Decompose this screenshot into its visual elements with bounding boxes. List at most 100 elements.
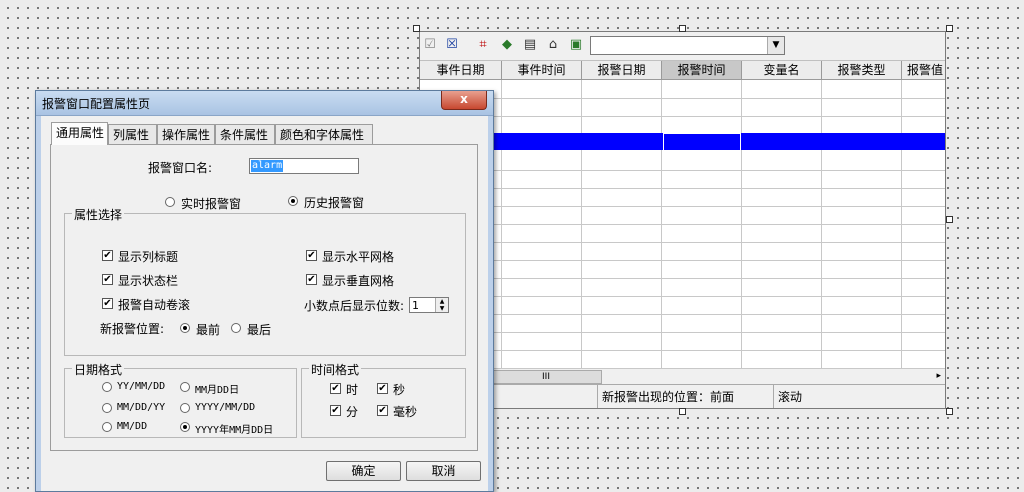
table-row[interactable]: [420, 332, 945, 351]
horizontal-scrollbar[interactable]: III ▸: [420, 368, 945, 384]
realtime-window-label: 实时报警窗: [181, 197, 242, 211]
table-row[interactable]: [420, 242, 945, 261]
table-row[interactable]: [420, 80, 945, 99]
position-first-label: 最前: [196, 323, 221, 337]
date-format-option: MM/DD/YY: [117, 402, 166, 413]
tab-columns[interactable]: 列属性: [108, 124, 157, 144]
time-minute-checkbox[interactable]: ✔: [330, 405, 341, 416]
history-window-radio[interactable]: [288, 196, 298, 206]
date-format-option: YY/MM/DD: [117, 381, 166, 392]
date-format-radio[interactable]: [102, 422, 112, 432]
show-column-title-checkbox[interactable]: ✔: [102, 250, 113, 261]
window-name-input[interactable]: alarm: [249, 158, 359, 174]
table-row[interactable]: [420, 350, 945, 369]
export-icon[interactable]: ▣: [568, 37, 584, 53]
table-row[interactable]: [420, 278, 945, 297]
grid-column-line: [501, 80, 502, 368]
scroll-right-icon[interactable]: ▸: [936, 369, 941, 384]
date-format-option: MM/DD: [117, 421, 148, 432]
time-format-group: 时间格式: [301, 361, 466, 438]
table-row[interactable]: [420, 206, 945, 225]
show-v-grid-label: 显示垂直网格: [322, 274, 395, 288]
column-header[interactable]: 报警日期: [582, 61, 662, 80]
time-minute-label: 分: [346, 405, 359, 419]
table-row[interactable]: [420, 314, 945, 333]
resize-handle[interactable]: [946, 216, 953, 223]
date-format-radio[interactable]: [102, 403, 112, 413]
table-row[interactable]: [420, 188, 945, 207]
selected-cell[interactable]: [663, 133, 741, 151]
realtime-window-radio[interactable]: [165, 197, 175, 207]
time-hour-label: 时: [346, 383, 359, 397]
auto-scroll-label: 报警自动卷滚: [118, 298, 191, 312]
date-format-option: YYYY/MM/DD: [195, 402, 256, 413]
window-name-value: alarm: [251, 160, 284, 172]
chevron-down-icon[interactable]: ▼: [767, 37, 784, 54]
scrollbar-thumb[interactable]: III: [490, 370, 602, 384]
table-row[interactable]: [420, 224, 945, 243]
auto-scroll-checkbox[interactable]: ✔: [102, 298, 113, 309]
table-row[interactable]: [420, 152, 945, 171]
date-format-option: YYYY年MM月DD日: [195, 425, 274, 436]
tab-operations[interactable]: 操作属性: [157, 124, 215, 144]
show-h-grid-label: 显示水平网格: [322, 250, 395, 264]
grid-column-line: [581, 80, 582, 368]
column-header[interactable]: 变量名: [742, 61, 822, 80]
date-format-radio[interactable]: [180, 422, 190, 432]
table-row[interactable]: [420, 170, 945, 189]
status-scroll-mode: 滚动: [778, 390, 803, 404]
column-header[interactable]: 报警类型: [822, 61, 902, 80]
grid-column-line: [901, 80, 902, 368]
acknowledge-all-icon[interactable]: ☒: [444, 37, 460, 53]
show-h-grid-checkbox[interactable]: ✔: [306, 250, 317, 261]
dialog-frame: [36, 116, 41, 491]
print-icon[interactable]: ▤: [522, 37, 538, 53]
field-combobox[interactable]: ▼: [590, 36, 785, 55]
filter-icon[interactable]: ⌗: [475, 37, 491, 53]
table-row[interactable]: [420, 296, 945, 315]
alarm-grid-header: 事件日期 事件时间 报警日期 报警时间 变量名 报警类型 报警值: [420, 61, 945, 80]
time-format-group-title: 时间格式: [309, 361, 362, 378]
table-row[interactable]: [420, 98, 945, 117]
attributes-group-title: 属性选择: [72, 206, 125, 223]
window-name-label: 报警窗口名:: [148, 161, 213, 175]
resize-handle[interactable]: [946, 408, 953, 415]
date-format-radio[interactable]: [102, 382, 112, 392]
table-row[interactable]: [420, 260, 945, 279]
sort-icon[interactable]: ◆: [499, 37, 515, 53]
decimal-digits-stepper[interactable]: 1 ▲ ▼: [409, 297, 449, 313]
resize-handle[interactable]: [946, 25, 953, 32]
cancel-button[interactable]: 取消: [406, 461, 481, 481]
resize-handle[interactable]: [679, 408, 686, 415]
tab-conditions[interactable]: 条件属性: [215, 124, 275, 144]
grid-column-line: [821, 80, 822, 368]
tab-general[interactable]: 通用属性: [51, 122, 108, 145]
alarm-grid-body[interactable]: [420, 80, 945, 369]
column-header[interactable]: 报警值: [902, 61, 945, 80]
column-header[interactable]: 事件日期: [420, 61, 502, 80]
time-hour-checkbox[interactable]: ✔: [330, 383, 341, 394]
decimal-digits-value: 1: [412, 299, 419, 312]
time-second-checkbox[interactable]: ✔: [377, 383, 388, 394]
show-status-bar-checkbox[interactable]: ✔: [102, 274, 113, 285]
column-header[interactable]: 事件时间: [502, 61, 582, 80]
date-format-radio[interactable]: [180, 382, 190, 392]
tab-color-font[interactable]: 颜色和字体属性: [275, 124, 373, 144]
time-millisecond-checkbox[interactable]: ✔: [377, 405, 388, 416]
acknowledge-icon[interactable]: ☑: [422, 37, 438, 53]
position-last-label: 最后: [247, 323, 272, 337]
column-header[interactable]: 报警时间: [662, 61, 742, 80]
date-format-radio[interactable]: [180, 403, 190, 413]
resize-handle[interactable]: [679, 25, 686, 32]
position-first-radio[interactable]: [180, 323, 190, 333]
spin-arrows-icon[interactable]: ▲ ▼: [435, 298, 448, 312]
position-last-radio[interactable]: [231, 323, 241, 333]
resize-handle[interactable]: [413, 25, 420, 32]
show-v-grid-checkbox[interactable]: ✔: [306, 274, 317, 285]
ok-button[interactable]: 确定: [326, 461, 401, 481]
close-button[interactable]: x: [441, 91, 487, 110]
grid-column-line: [661, 80, 662, 368]
alarm-window-control[interactable]: ☑ ☒ ⌗ ◆ ▤ ⌂ ▣ ▼ 事件日期 事件时间 报警日期 报警时间 变量名 …: [419, 31, 946, 409]
query-icon[interactable]: ⌂: [545, 37, 561, 53]
dialog-title-bar[interactable]: 报警窗口配置属性页 x: [36, 91, 493, 116]
